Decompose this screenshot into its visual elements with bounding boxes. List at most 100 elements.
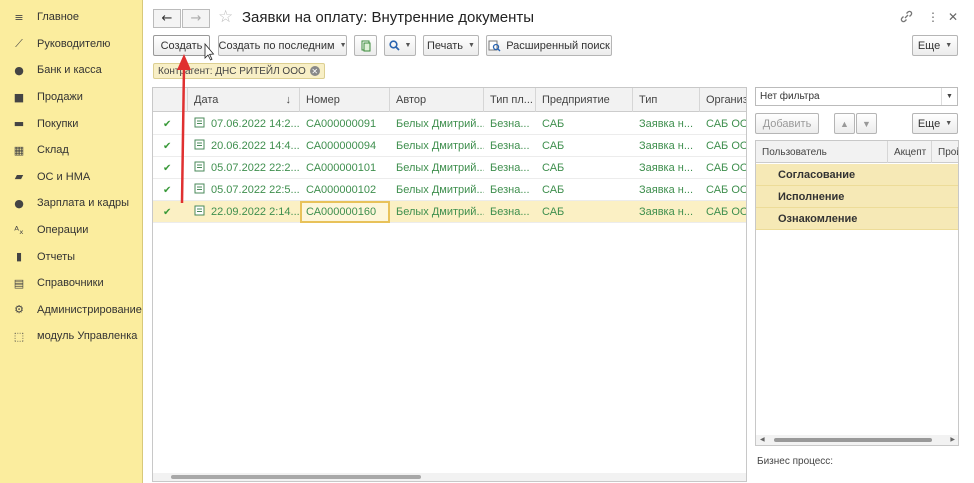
cell-org[interactable]: САБ ООО — [700, 113, 746, 135]
sidebar-item[interactable]: ᴬₓ Операции — [0, 217, 142, 244]
more-vertical-icon[interactable]: ⋮ — [927, 10, 939, 24]
cell-date[interactable]: 05.07.2022 22:5... — [188, 179, 300, 201]
cell-number[interactable]: СА000000091 — [300, 113, 390, 135]
arrow-down-icon: ▼ — [862, 118, 871, 129]
search-button[interactable]: ▼ — [384, 35, 416, 56]
table-row[interactable]: ✔ 22.09.2022 2:14... СА000000160 Белых Дмит… — [153, 201, 746, 223]
cell-author[interactable]: Белых Дмитрий... — [390, 157, 484, 179]
cell-date[interactable]: 22.09.2022 2:14... — [188, 201, 300, 223]
cell-type[interactable]: Заявка н... — [633, 179, 700, 201]
cell-text: Белых Дмитрий... — [396, 118, 484, 130]
link-icon[interactable] — [900, 10, 913, 26]
close-icon[interactable]: ✕ — [948, 10, 958, 24]
cell-pay-type[interactable]: Безна... — [484, 201, 536, 223]
column-header[interactable]: Предприятие — [536, 88, 633, 112]
cell-pay-type[interactable]: Безна... — [484, 135, 536, 157]
close-icon[interactable]: ✕ — [309, 66, 320, 76]
scrollbar-thumb[interactable] — [171, 475, 421, 479]
more-button[interactable]: Еще ▼ — [912, 35, 958, 56]
cell-company[interactable]: САБ — [536, 135, 633, 157]
counterparty-filter-tag[interactable]: Контрагент: ДНС РИТЕЙЛ ООО ✕ — [153, 63, 325, 79]
column-user[interactable]: Пользователь — [756, 141, 888, 163]
process-filter-select[interactable]: Нет фильтра ▼ — [755, 87, 958, 106]
bar-chart-icon: ▮ — [15, 250, 23, 264]
add-button[interactable]: Добавить — [755, 113, 819, 134]
cell-author[interactable]: Белых Дмитрий... — [390, 201, 484, 223]
cell-author[interactable]: Белых Дмитрий... — [390, 113, 484, 135]
scrollbar-thumb[interactable] — [774, 438, 932, 442]
cell-type[interactable]: Заявка н... — [633, 157, 700, 179]
column-accept[interactable]: Акцепт — [888, 141, 932, 163]
right-more-button[interactable]: Еще ▼ — [912, 113, 958, 134]
cell-org[interactable]: САБ ООО — [700, 157, 746, 179]
advanced-search-button[interactable]: Расширенный поиск — [486, 35, 612, 56]
column-header[interactable]: Тип пл... — [484, 88, 536, 112]
column-header[interactable]: Организа — [700, 88, 746, 112]
sidebar-item[interactable]: ≡ Главное — [0, 4, 142, 31]
stage-row[interactable]: Ознакомление — [756, 208, 958, 230]
stage-row[interactable]: Исполнение — [756, 186, 958, 208]
horizontal-scrollbar[interactable] — [153, 473, 746, 481]
table-header: Дата ↓ Номер Автор Тип пл... Предприятие Тип Ор… — [153, 88, 746, 112]
cell-number[interactable]: СА000000101 — [300, 157, 390, 179]
cell-org[interactable]: САБ ООО — [700, 179, 746, 201]
cell-type[interactable]: Заявка н... — [633, 135, 700, 157]
cell-pay-type[interactable]: Безна... — [484, 157, 536, 179]
cell-author[interactable]: Белых Дмитрий... — [390, 135, 484, 157]
cell-company[interactable]: САБ — [536, 179, 633, 201]
column-header[interactable]: Автор — [390, 88, 484, 112]
back-button[interactable]: ← — [153, 9, 181, 28]
stages-horizontal-scrollbar[interactable]: ◀ ▶ — [756, 435, 958, 445]
sidebar-item[interactable]: ▦ Склад — [0, 137, 142, 164]
print-button[interactable]: Печать ▼ — [423, 35, 479, 56]
cell-org[interactable]: САБ ООО — [700, 135, 746, 157]
cell-type[interactable]: Заявка н... — [633, 201, 700, 223]
sidebar-item[interactable]: ⚙ Администрирование — [0, 297, 142, 324]
copy-doc-button[interactable] — [354, 35, 377, 56]
move-up-button[interactable]: ▲ — [834, 113, 855, 134]
sidebar-item[interactable]: ● Банк и касса — [0, 57, 142, 84]
move-down-button[interactable]: ▼ — [856, 113, 877, 134]
cell-pay-type[interactable]: Безна... — [484, 179, 536, 201]
cell-date[interactable]: 20.06.2022 14:4... — [188, 135, 300, 157]
create-button[interactable]: Создать — [153, 35, 210, 56]
sidebar-item[interactable]: ▤ Справочники — [0, 270, 142, 297]
table-row[interactable]: ✔ 07.06.2022 14:2... СА000000091 Белых Дмит… — [153, 113, 746, 135]
table-row[interactable]: ✔ 05.07.2022 22:5... СА000000102 Белых Дмит… — [153, 179, 746, 201]
scroll-right-icon[interactable]: ▶ — [950, 436, 955, 443]
sidebar-item[interactable]: ⟋ Руководителю — [0, 31, 142, 58]
sidebar-item[interactable]: ▬ Покупки — [0, 110, 142, 137]
chevron-down-icon[interactable]: ▼ — [941, 88, 957, 105]
cell-type[interactable]: Заявка н... — [633, 113, 700, 135]
cell-pay-type[interactable]: Безна... — [484, 113, 536, 135]
cell-number[interactable]: СА000000160 — [300, 201, 390, 223]
sidebar-item[interactable]: ● Зарплата и кадры — [0, 190, 142, 217]
cell-number[interactable]: СА000000094 — [300, 135, 390, 157]
cell-company[interactable]: САБ — [536, 201, 633, 223]
arrow-left-icon: ← — [161, 11, 173, 26]
table-row[interactable]: ✔ 20.06.2022 14:4... СА000000094 Белых Дмит… — [153, 135, 746, 157]
sidebar-item[interactable]: ⬚ модуль Управленка — [0, 323, 142, 350]
stage-row[interactable]: Согласование — [756, 164, 958, 186]
sidebar-item[interactable]: ▰ ОС и НМА — [0, 164, 142, 191]
sidebar-item[interactable]: ■ Продажи — [0, 84, 142, 111]
bag-icon: ■ — [13, 90, 25, 104]
sidebar-item[interactable]: ▮ Отчеты — [0, 243, 142, 270]
cell-company[interactable]: САБ — [536, 157, 633, 179]
cell-company[interactable]: САБ — [536, 113, 633, 135]
cell-author[interactable]: Белых Дмитрий... — [390, 179, 484, 201]
cell-date[interactable]: 07.06.2022 14:2... — [188, 113, 300, 135]
table-row[interactable]: ✔ 05.07.2022 22:2... СА000000101 Белых Дмит… — [153, 157, 746, 179]
sidebar-item-label: Главное — [37, 11, 80, 24]
create-by-last-button[interactable]: Создать по последним ▼ — [218, 35, 347, 56]
cell-org[interactable]: САБ ООО — [700, 201, 746, 223]
column-passed[interactable]: Прой — [932, 141, 958, 163]
star-icon[interactable]: ☆ — [218, 7, 233, 27]
column-header[interactable]: Номер — [300, 88, 390, 112]
forward-button[interactable]: → — [182, 9, 210, 28]
cell-date[interactable]: 05.07.2022 22:2... — [188, 157, 300, 179]
scroll-left-icon[interactable]: ◀ — [760, 436, 765, 443]
column-header[interactable]: Дата ↓ — [188, 88, 300, 112]
column-header[interactable]: Тип — [633, 88, 700, 112]
cell-number[interactable]: СА000000102 — [300, 179, 390, 201]
